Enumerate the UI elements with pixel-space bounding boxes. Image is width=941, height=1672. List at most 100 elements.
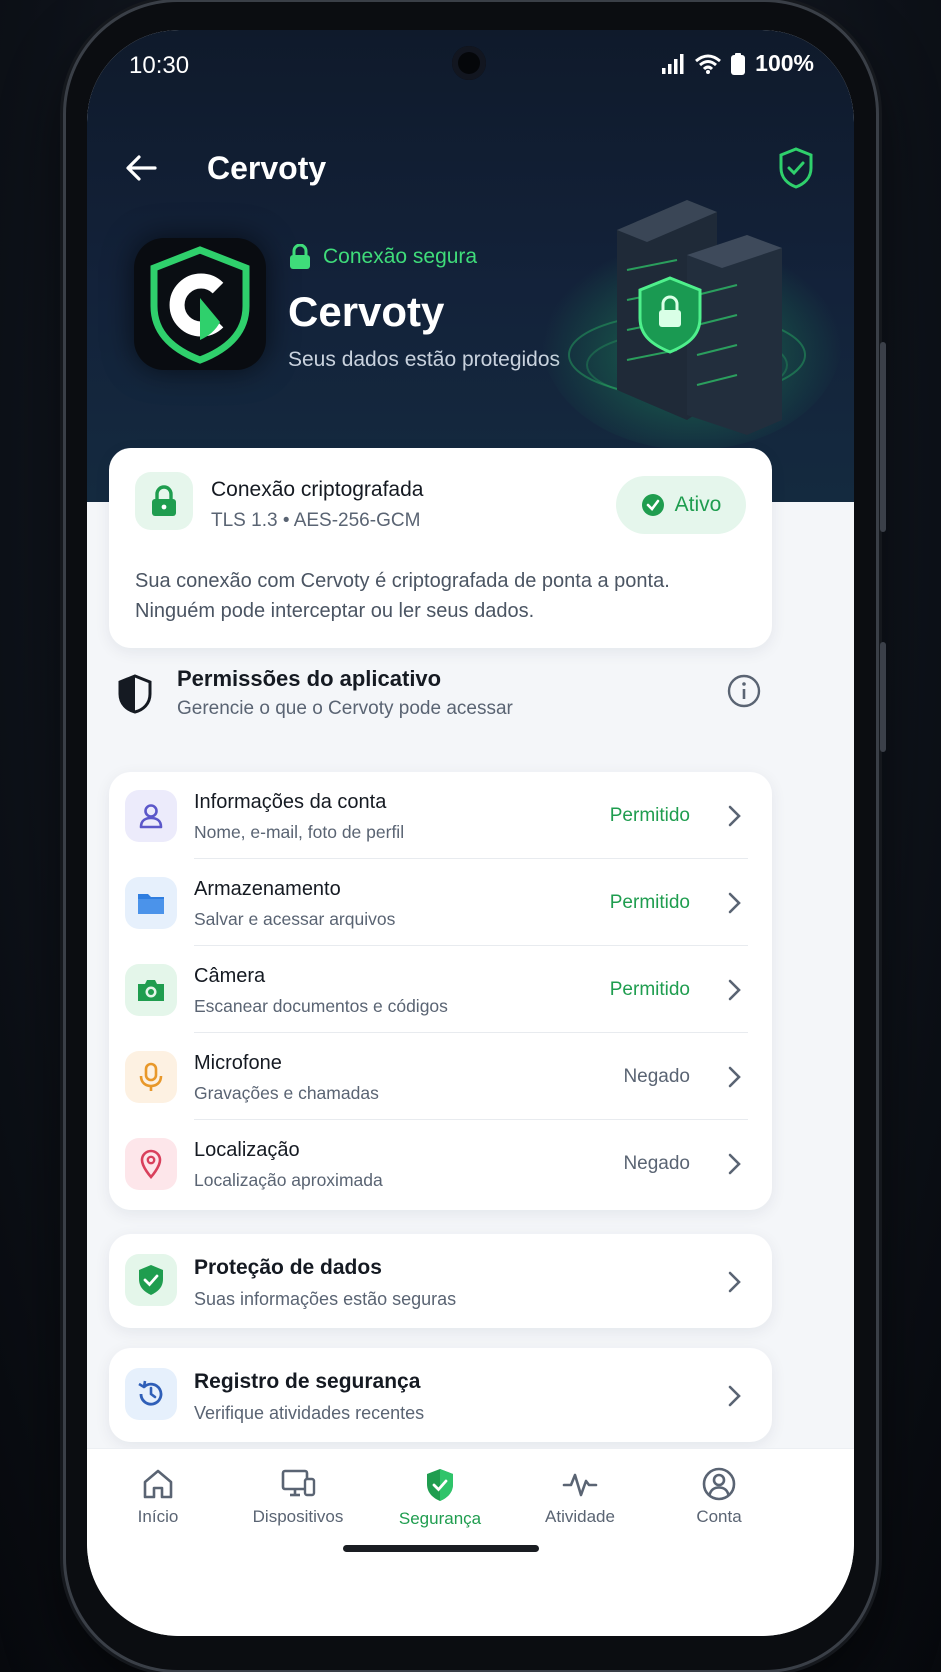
- user-icon: [139, 804, 163, 829]
- shield-check-icon: [139, 1265, 163, 1295]
- secure-connection-label: Conexão segura: [289, 244, 477, 270]
- chevron-right-icon: [728, 1271, 741, 1293]
- home-indicator[interactable]: [343, 1545, 539, 1552]
- history-icon: [138, 1380, 163, 1406]
- encryption-description-line2: Ninguém pode interceptar ou ler seus dad…: [135, 600, 535, 622]
- security-log-title: Registro de segurança: [194, 1370, 421, 1393]
- server-illustration: [542, 200, 842, 450]
- permission-title: Armazenamento: [194, 878, 341, 900]
- activity-icon: [562, 1473, 598, 1497]
- signal-icon: [662, 53, 684, 74]
- status-bar: 10:30 100%: [87, 30, 854, 100]
- chevron-right-icon: [728, 805, 741, 827]
- permission-icon-tile: [125, 877, 177, 929]
- security-log-card[interactable]: Registro de segurança Verifique atividad…: [109, 1348, 772, 1442]
- chevron-right-icon: [728, 1066, 741, 1088]
- camera-icon: [138, 980, 164, 1001]
- status-icons: 100%: [661, 50, 814, 77]
- permission-icon-tile: [125, 964, 177, 1016]
- secure-connection-text: Conexão segura: [323, 245, 478, 268]
- data-protection-subtitle: Suas informações estão seguras: [194, 1289, 457, 1309]
- tab-label: Início: [137, 1507, 179, 1526]
- lock-icon: [152, 485, 176, 516]
- tab-label: Conta: [696, 1507, 742, 1526]
- chevron-right-icon: [728, 979, 741, 1001]
- back-arrow-icon[interactable]: [121, 148, 161, 188]
- home-icon: [143, 1469, 173, 1499]
- volume-button: [880, 342, 886, 532]
- permissions-subtitle: Gerencie o que o Cervoty pode acessar: [177, 698, 513, 719]
- tab-security[interactable]: Segurança: [370, 1467, 510, 1529]
- shield-icon: [427, 1469, 453, 1501]
- encryption-protocol: TLS 1.3 • AES-256-GCM: [211, 510, 421, 531]
- permission-row-microphone[interactable]: Microfone Gravações e chamadas Negado: [109, 1033, 772, 1120]
- permission-subtitle: Gravações e chamadas: [194, 1083, 379, 1103]
- permission-icon-tile: [125, 790, 177, 842]
- permission-subtitle: Localização aproximada: [194, 1170, 383, 1190]
- shield-half-icon: [118, 674, 152, 714]
- permission-status: Permitido: [609, 805, 690, 826]
- permissions-title: Permissões do aplicativo: [177, 666, 442, 691]
- location-pin-icon: [140, 1149, 162, 1179]
- status-time: 10:30: [129, 52, 190, 79]
- tab-devices[interactable]: Dispositivos: [228, 1467, 368, 1527]
- tab-home[interactable]: Início: [88, 1467, 228, 1527]
- permission-subtitle: Nome, e-mail, foto de perfil: [194, 822, 405, 842]
- screen: 10:30 100% Cervoty Conexão segura Cervot…: [87, 30, 854, 1636]
- data-protection-icon-tile: [125, 1254, 177, 1306]
- encryption-title: Conexão criptografada: [211, 478, 424, 501]
- tab-activity[interactable]: Atividade: [510, 1467, 650, 1527]
- app-logo: [134, 238, 266, 370]
- permission-subtitle: Salvar e acessar arquivos: [194, 909, 396, 929]
- permission-title: Localização: [194, 1139, 300, 1161]
- tab-label: Dispositivos: [252, 1507, 344, 1526]
- shield-check-icon[interactable]: [776, 146, 816, 190]
- encryption-card: Conexão criptografada TLS 1.3 • AES-256-…: [109, 448, 772, 648]
- permission-row-location[interactable]: Localização Localização aproximada Negad…: [109, 1120, 772, 1207]
- security-log-subtitle: Verifique atividades recentes: [194, 1403, 425, 1423]
- data-protection-card[interactable]: Proteção de dados Suas informações estão…: [109, 1234, 772, 1328]
- permissions-list: Informações da conta Nome, e-mail, foto …: [109, 772, 772, 1210]
- permission-icon-tile: [125, 1051, 177, 1103]
- shield-logo-icon: [150, 246, 250, 364]
- chevron-right-icon: [728, 1385, 741, 1407]
- bottom-nav: Início Dispositivos Segurança Atividade …: [87, 1448, 854, 1636]
- power-button: [880, 642, 886, 752]
- account-icon: [702, 1467, 736, 1501]
- permission-row-account[interactable]: Informações da conta Nome, e-mail, foto …: [109, 772, 772, 859]
- microphone-icon: [139, 1062, 163, 1091]
- hero-app-name: Cervoty: [288, 288, 445, 335]
- permission-row-storage[interactable]: Armazenamento Salvar e acessar arquivos …: [109, 859, 772, 946]
- chevron-right-icon: [728, 892, 741, 914]
- front-camera: [452, 46, 486, 80]
- status-badge: Ativo: [616, 476, 746, 534]
- encryption-lock-tile: [135, 472, 193, 530]
- lock-icon: [290, 244, 310, 269]
- encryption-description-line1: Sua conexão com Cervoty é criptografada …: [135, 570, 670, 592]
- devices-icon: [281, 1469, 316, 1497]
- folder-icon: [138, 894, 164, 914]
- hero-subtitle: Seus dados estão protegidos: [288, 348, 561, 371]
- battery-percent: 100%: [755, 50, 814, 76]
- check-circle-icon: [641, 494, 664, 516]
- tab-label: Segurança: [398, 1509, 482, 1528]
- chevron-right-icon: [728, 1153, 741, 1175]
- permission-icon-tile: [125, 1138, 177, 1190]
- app-bar-title: Cervoty: [207, 150, 327, 186]
- status-badge-label: Ativo: [674, 493, 722, 516]
- permission-title: Informações da conta: [194, 791, 387, 813]
- security-log-icon-tile: [125, 1368, 177, 1420]
- encryption-description: Sua conexão com Cervoty é criptografada …: [135, 566, 735, 626]
- permission-row-camera[interactable]: Câmera Escanear documentos e códigos Per…: [109, 946, 772, 1033]
- permission-title: Microfone: [194, 1052, 282, 1074]
- info-icon[interactable]: [727, 674, 761, 708]
- permission-title: Câmera: [194, 965, 266, 987]
- data-protection-title: Proteção de dados: [194, 1256, 382, 1279]
- permission-status: Negado: [623, 1066, 690, 1087]
- permission-subtitle: Escanear documentos e códigos: [194, 996, 448, 1016]
- tab-label: Atividade: [545, 1507, 615, 1526]
- wifi-icon: [695, 54, 722, 74]
- tab-account[interactable]: Conta: [649, 1467, 789, 1527]
- permission-status: Permitido: [609, 979, 690, 1000]
- hero-section: 10:30 100% Cervoty Conexão segura Cervot…: [87, 30, 854, 502]
